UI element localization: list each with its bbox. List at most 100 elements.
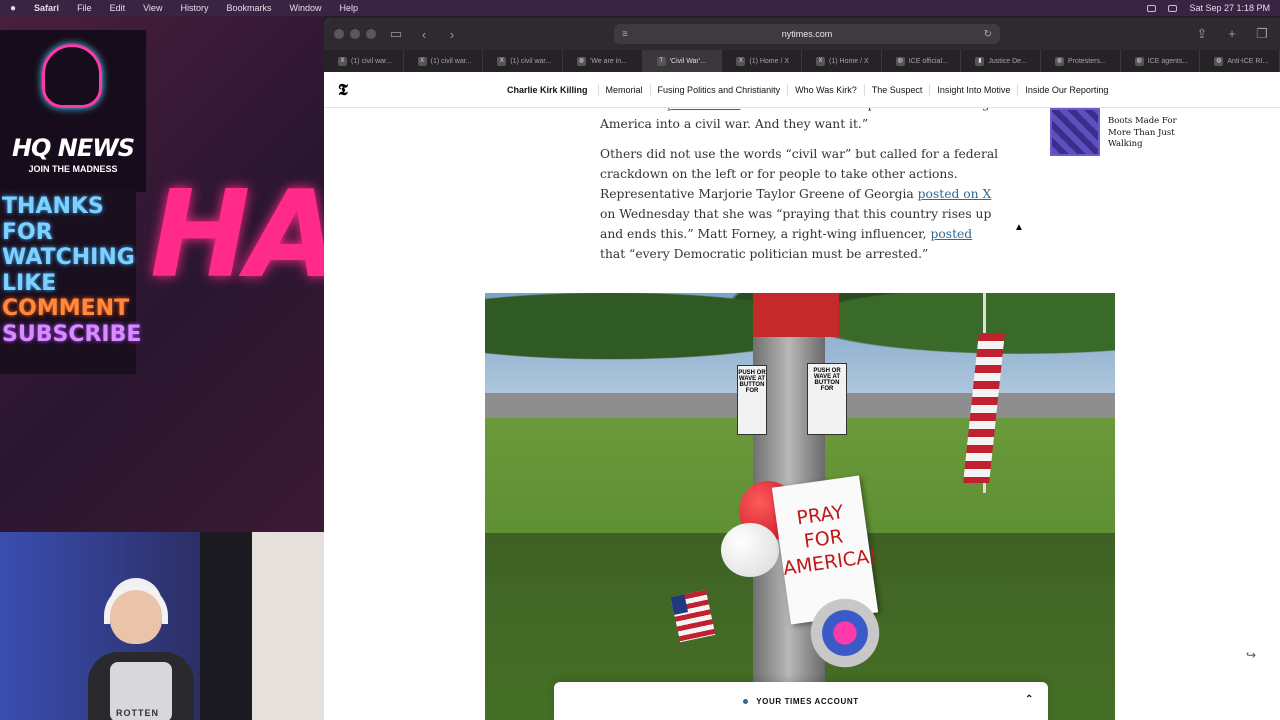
menu-edit[interactable]: Edit [110, 3, 126, 13]
status-area: Sat Sep 27 1:18 PM [1147, 3, 1270, 13]
logo-title: HQ NEWS [11, 134, 135, 162]
menu-view[interactable]: View [143, 3, 162, 13]
article-paragraph: Others did not use the words “civil war”… [600, 147, 999, 261]
promo-caption[interactable]: Boots Made For More Than Just Walking [1108, 108, 1188, 156]
menu-history[interactable]: History [180, 3, 208, 13]
crosswalk-sign: PUSH OR WAVE AT BUTTON FOR [807, 363, 847, 435]
safari-window: ▭ ‹ › ≡ nytimes.com ↻ ⇪ + ❐ X (1) civil w… [324, 18, 1280, 720]
browser-tab[interactable]: X (1) Home / X [722, 50, 803, 72]
hq-news-logo: HQ NEWS JOIN THE MADNESS [0, 30, 146, 192]
x-favicon-icon: X [816, 56, 826, 66]
nav-link-insight-motive[interactable]: Insight Into Motive [929, 84, 1017, 96]
sidebar-toggle-icon[interactable]: ▭ [388, 26, 404, 42]
x-favicon-icon: X [736, 56, 746, 66]
browser-tab[interactable]: X (1) civil war... [483, 50, 564, 72]
article-link[interactable]: posted on X [918, 187, 992, 201]
battery-icon[interactable] [1147, 4, 1157, 12]
browser-tab[interactable]: ◍ ICE official... [882, 50, 962, 72]
red-sign [753, 293, 839, 337]
nav-link-memorial[interactable]: Memorial [597, 84, 650, 96]
minimize-window-button[interactable] [350, 29, 360, 39]
share-icon[interactable]: ⇪ [1194, 26, 1210, 42]
tab-bar: X (1) civil war... X (1) civil war... X (1)… [324, 50, 1280, 72]
globe-favicon-icon: ◍ [1055, 56, 1065, 66]
zoom-window-button[interactable] [366, 29, 376, 39]
times-account-bar[interactable]: YOUR TIMES ACCOUNT ⌃ [554, 682, 1048, 720]
promo-thumbnail[interactable] [1050, 108, 1100, 156]
chevron-up-icon[interactable]: ⌃ [1025, 694, 1034, 705]
browser-tab[interactable]: X (1) civil war... [324, 50, 404, 72]
thanks-panel: THANKS FOR WATCHING LIKE COMMENT SUBSCRI… [0, 190, 142, 374]
logo-subtitle: JOIN THE MADNESS [28, 164, 118, 174]
url-text[interactable]: nytimes.com [782, 29, 833, 39]
globe-favicon-icon: ◍ [1134, 56, 1144, 66]
nyt-favicon-icon: T [656, 56, 666, 66]
toolbar-right: ⇪ + ❐ [1194, 26, 1270, 42]
logo-head-icon [42, 44, 102, 108]
page-settings-icon[interactable]: ≡ [622, 29, 628, 40]
close-window-button[interactable] [334, 29, 344, 39]
globe-favicon-icon: ◍ [895, 56, 905, 66]
browser-tab-active[interactable]: T 'Civil War'... [642, 50, 723, 72]
webcam-feed: ROTTEN [0, 532, 333, 720]
browser-tab[interactable]: ◍ Anti-ICE RI... [1200, 50, 1280, 72]
new-tab-icon[interactable]: + [1224, 26, 1240, 42]
sidebar-promo[interactable]: Boots Made For More Than Just Walking [1050, 108, 1188, 156]
streamer: ROTTEN [88, 578, 194, 720]
browser-tab[interactable]: ◍ ICE agents... [1121, 50, 1201, 72]
thanks-line: FOR [2, 219, 53, 245]
apple-icon[interactable]: ● [10, 3, 16, 14]
nav-link-charlie-kirk-killing[interactable]: Charlie Kirk Killing [500, 84, 598, 96]
pause-favicon-icon: ▮ [975, 56, 985, 66]
menu-app-name[interactable]: Safari [34, 3, 59, 13]
nyt-logo-icon[interactable]: 𝕿 [338, 80, 348, 100]
browser-toolbar: ▭ ‹ › ≡ nytimes.com ↻ ⇪ + ❐ [324, 18, 1280, 50]
mouse-cursor-icon: ▲ [1014, 222, 1024, 233]
macos-menubar: ● Safari File Edit View History Bookmark… [0, 0, 1280, 16]
account-dot-icon [743, 698, 749, 704]
article-body: Wisconsin posted on X: “The left and the… [600, 94, 1000, 274]
browser-tab[interactable]: ▮ Justice De... [961, 50, 1042, 72]
share-arrow-icon[interactable]: ↪ [1242, 648, 1260, 666]
back-icon[interactable]: ‹ [416, 27, 432, 42]
thanks-line: COMMENT [2, 296, 130, 321]
x-favicon-icon: X [338, 56, 347, 66]
stream-overlay: HQ NEWS JOIN THE MADNESS THANKS FOR WATC… [0, 16, 324, 532]
forward-icon[interactable]: › [444, 27, 460, 42]
webcam-door [200, 532, 252, 720]
white-balloon [721, 523, 779, 577]
browser-tab[interactable]: ◍ Protesters... [1041, 50, 1121, 72]
shirt-text: ROTTEN [116, 708, 159, 718]
nav-link-who-was-kirk[interactable]: Who Was Kirk? [787, 84, 864, 96]
tab-overview-icon[interactable]: ❐ [1254, 26, 1270, 42]
nyt-section-nav: 𝕿 Charlie Kirk Killing Memorial Fusing P… [324, 72, 1280, 108]
reload-icon[interactable]: ↻ [984, 29, 992, 40]
menu-help[interactable]: Help [340, 3, 359, 13]
nav-link-politics-christianity[interactable]: Fusing Politics and Christianity [649, 84, 788, 96]
flowers-bouquet [805, 593, 885, 673]
window-controls [334, 29, 376, 39]
article-photo: PUSH OR WAVE AT BUTTON FOR PUSH OR WAVE … [485, 293, 1115, 720]
article-link[interactable]: posted [931, 227, 973, 241]
globe-favicon-icon: ◍ [577, 56, 587, 66]
browser-tab[interactable]: X (1) civil war... [404, 50, 484, 72]
clock[interactable]: Sat Sep 27 1:18 PM [1189, 3, 1270, 13]
thanks-line: LIKE [2, 270, 57, 296]
browser-tab[interactable]: X (1) Home / X [802, 50, 882, 72]
account-label[interactable]: YOUR TIMES ACCOUNT [756, 697, 859, 706]
x-favicon-icon: X [497, 56, 507, 66]
crosswalk-sign: PUSH OR WAVE AT BUTTON FOR [737, 365, 767, 435]
menu-file[interactable]: File [77, 3, 92, 13]
menu-window[interactable]: Window [289, 3, 321, 13]
menu-bookmarks[interactable]: Bookmarks [226, 3, 271, 13]
globe-favicon-icon: ◍ [1214, 56, 1224, 66]
nav-link-inside-reporting[interactable]: Inside Our Reporting [1017, 84, 1115, 96]
x-favicon-icon: X [417, 56, 427, 66]
thanks-line: SUBSCRIBE [2, 321, 142, 347]
wifi-icon[interactable] [1168, 4, 1178, 12]
thanks-line: WATCHING [2, 245, 135, 270]
nav-links: Charlie Kirk Killing Memorial Fusing Pol… [500, 72, 1115, 108]
address-bar[interactable]: ≡ nytimes.com ↻ [614, 24, 1000, 44]
browser-tab[interactable]: ◍ 'We are in... [563, 50, 643, 72]
nav-link-the-suspect[interactable]: The Suspect [863, 84, 930, 96]
